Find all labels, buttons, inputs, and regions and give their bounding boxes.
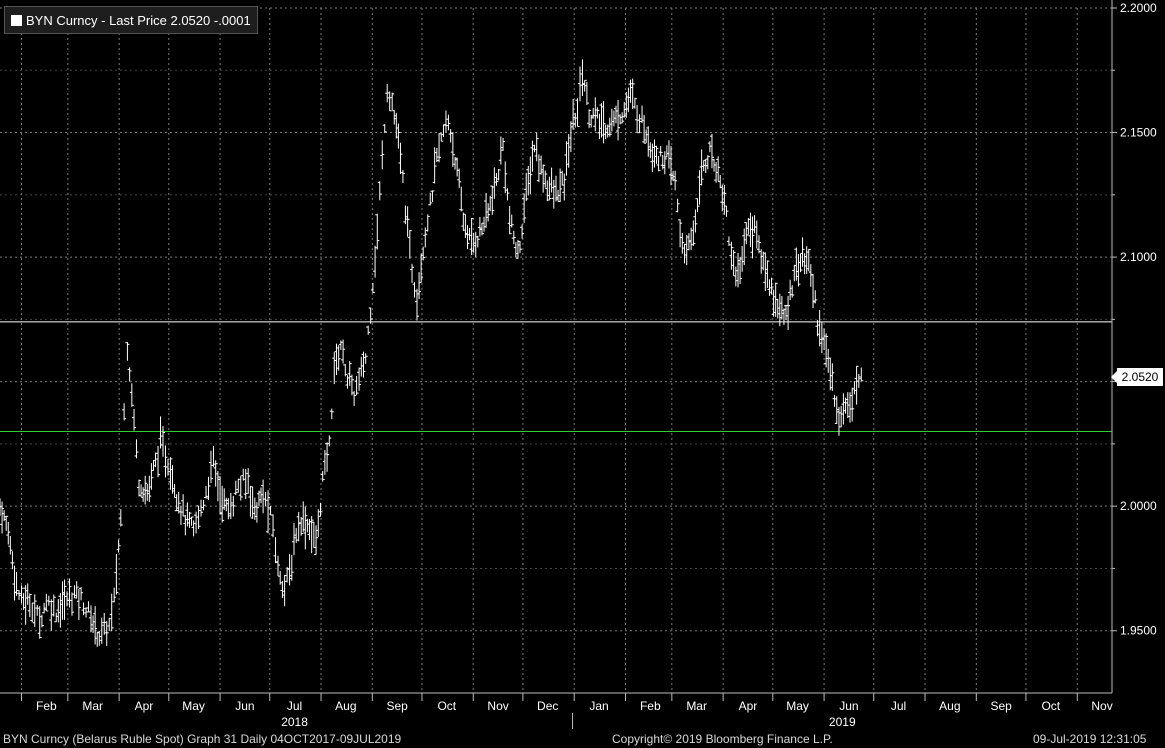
y-tick-label: 2.1500 <box>1120 126 1157 140</box>
x-tick-label: Jul <box>287 699 302 713</box>
footer-right: 09-Jul-2019 12:31:05 <box>1033 732 1147 746</box>
legend: BYN Curncy - Last Price 2.0520 -.0001 <box>4 6 258 34</box>
horizontal-lines <box>0 321 1112 432</box>
x-tick-label: Jun <box>235 699 254 713</box>
x-tick-label: Apr <box>135 699 154 713</box>
year-label: 2018 <box>281 715 308 729</box>
x-tick-label: Oct <box>1041 699 1060 713</box>
footer-center: Copyright© 2019 Bloomberg Finance L.P. <box>612 732 833 746</box>
x-tick-label: Jul <box>891 699 906 713</box>
x-tick-label: Jun <box>839 699 858 713</box>
x-tick-label: Oct <box>437 699 456 713</box>
x-tick-label: Mar <box>82 699 103 713</box>
last-price-tag: 2.0520 <box>1111 367 1163 386</box>
x-tick-label: Nov <box>487 699 508 713</box>
x-tick-label: Nov <box>1091 699 1112 713</box>
x-tick-label: Aug <box>335 699 356 713</box>
x-tick-label: Feb <box>640 699 661 713</box>
footer-left: BYN Curncy (Belarus Ruble Spot) Graph 31… <box>3 732 402 746</box>
legend-swatch <box>11 14 22 26</box>
ohlc-bars <box>0 59 864 647</box>
x-tick-label: Apr <box>739 699 758 713</box>
x-tick-label: Dec <box>537 699 558 713</box>
x-tick-label: May <box>786 699 809 713</box>
legend-text: BYN Curncy - Last Price 2.0520 -.0001 <box>26 12 251 28</box>
x-tick-label: Sep <box>990 699 1012 713</box>
y-tick-label: 1.9500 <box>1120 624 1157 638</box>
x-tick-label: Mar <box>686 699 707 713</box>
y-tick-label: 2.2000 <box>1120 1 1157 15</box>
year-label: 2019 <box>829 715 856 729</box>
x-tick-label: May <box>182 699 205 713</box>
grid-layer <box>0 7 1112 693</box>
x-tick-label: Sep <box>386 699 408 713</box>
y-tick-label: 2.0000 <box>1120 499 1157 513</box>
x-tick-label: Feb <box>36 699 57 713</box>
x-tick-label: Jan <box>589 699 608 713</box>
y-tick-label: 2.1000 <box>1120 250 1157 264</box>
price-chart: 1.95002.00002.05002.10002.15002.2000FebM… <box>0 0 1157 729</box>
x-tick-label: Aug <box>939 699 960 713</box>
axes: 1.95002.00002.05002.10002.15002.2000FebM… <box>0 0 1157 729</box>
